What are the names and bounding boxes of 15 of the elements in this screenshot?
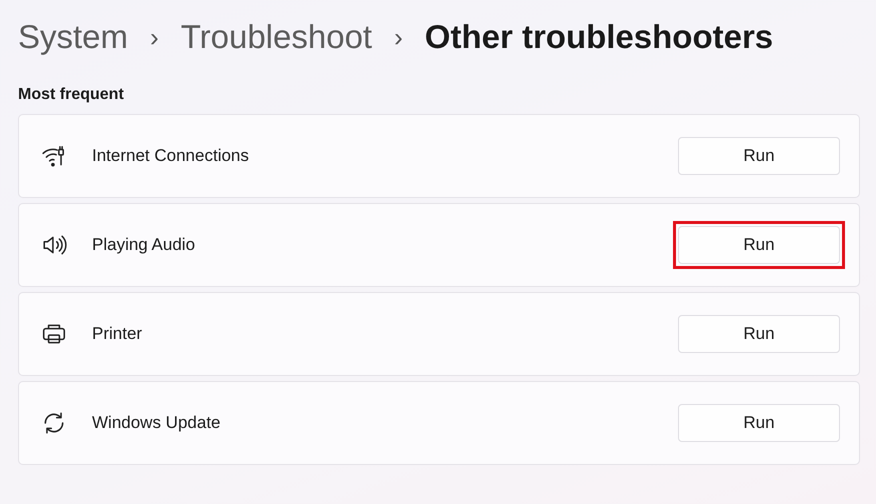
wifi-icon — [41, 143, 67, 169]
run-button[interactable]: Run — [678, 315, 840, 353]
run-button[interactable]: Run — [678, 226, 840, 264]
troubleshooter-name: Playing Audio — [92, 235, 196, 255]
breadcrumb-separator: › — [150, 22, 159, 52]
troubleshooter-name: Windows Update — [92, 413, 222, 433]
section-heading: Most frequent — [18, 86, 125, 104]
breadcrumb-link[interactable]: System — [18, 18, 128, 56]
run-button[interactable]: Run — [678, 404, 840, 442]
run-button[interactable]: Run — [678, 137, 840, 175]
troubleshooter-name: Internet Connections — [92, 146, 250, 166]
breadcrumb-separator: › — [394, 22, 403, 52]
troubleshooter-name: Printer — [92, 324, 144, 344]
breadcrumb-link[interactable]: Troubleshoot — [180, 18, 372, 56]
page-title: Other troubleshooters — [424, 18, 774, 56]
